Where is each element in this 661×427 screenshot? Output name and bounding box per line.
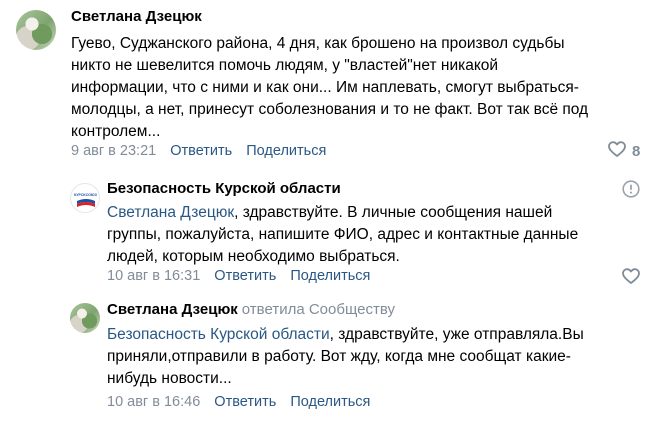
comment-text: Светлана Дзецюк, здравствуйте. В личные …	[107, 202, 652, 268]
mention-link[interactable]: Светлана Дзецюк	[107, 204, 234, 221]
comment-timestamp[interactable]: 10 авг в 16:46	[107, 394, 200, 410]
reply-tag[interactable]: ответила Сообществу	[242, 301, 395, 318]
reply-button[interactable]: Ответить	[170, 143, 232, 159]
share-button[interactable]: Поделиться	[246, 143, 326, 159]
comment-meta: 9 авг в 23:21 Ответить Поделиться	[71, 143, 326, 159]
comment-author[interactable]: Светлана Дзецюк	[71, 8, 202, 25]
like-count: 8	[632, 142, 641, 160]
like-button[interactable]	[622, 268, 640, 288]
comment-line: нибудь новости...	[107, 370, 232, 387]
comment-line: , здравствуйте, уже отправляла.Вы	[329, 326, 584, 343]
comment-line: , здравствуйте. В личные сообщения нашей	[234, 204, 553, 221]
heart-icon	[622, 268, 640, 288]
reply-button[interactable]: Ответить	[214, 268, 276, 284]
comment-line: контролем...	[71, 123, 161, 140]
comment-meta: 10 авг в 16:31 Ответить Поделиться	[107, 268, 370, 284]
community-avatar[interactable]: КУРСКСОЮЗ	[70, 183, 100, 213]
comment-text: Гуево, Суджанского района, 4 дня, как бр…	[71, 33, 656, 143]
comment-text: Безопасность Курской области, здравствуй…	[107, 324, 652, 390]
author-name[interactable]: Светлана Дзецюк	[107, 301, 238, 318]
comment-line: никто не шевелится помочь людям, у "влас…	[71, 57, 499, 74]
share-button[interactable]: Поделиться	[290, 268, 370, 284]
heart-icon	[608, 141, 626, 161]
comment-line: группы, пожалуйста, напишите ФИО, адрес …	[107, 226, 579, 243]
share-button[interactable]: Поделиться	[290, 394, 370, 410]
comment-meta: 10 авг в 16:46 Ответить Поделиться	[107, 394, 370, 410]
comment-timestamp[interactable]: 9 авг в 23:21	[71, 143, 156, 159]
report-icon[interactable]	[622, 180, 640, 203]
community-logo-icon	[72, 185, 99, 212]
comment-author[interactable]: Светлана Дзецюк ответила Сообществу	[107, 301, 395, 318]
comment-line: приняли,отправили в работу. Вот жду, ког…	[107, 348, 571, 365]
comment-line: Гуево, Суджанского района, 4 дня, как бр…	[71, 35, 565, 52]
comment-line: молодцы, а нет, принесут соболезнования …	[71, 101, 589, 118]
comment-author[interactable]: Безопасность Курской области	[107, 180, 341, 197]
reply-button[interactable]: Ответить	[214, 394, 276, 410]
avatar[interactable]	[70, 303, 100, 333]
like-button[interactable]: 8	[608, 141, 640, 161]
comment-line: людей, которым необходимо выбраться.	[107, 248, 400, 265]
mention-link[interactable]: Безопасность Курской области	[107, 326, 330, 343]
avatar[interactable]	[16, 10, 56, 50]
comment-timestamp[interactable]: 10 авг в 16:31	[107, 268, 200, 284]
community-logo-text: КУРСКСОЮЗ	[74, 193, 97, 197]
comment-line: информации, что с ними и как они... Им н…	[71, 79, 579, 96]
